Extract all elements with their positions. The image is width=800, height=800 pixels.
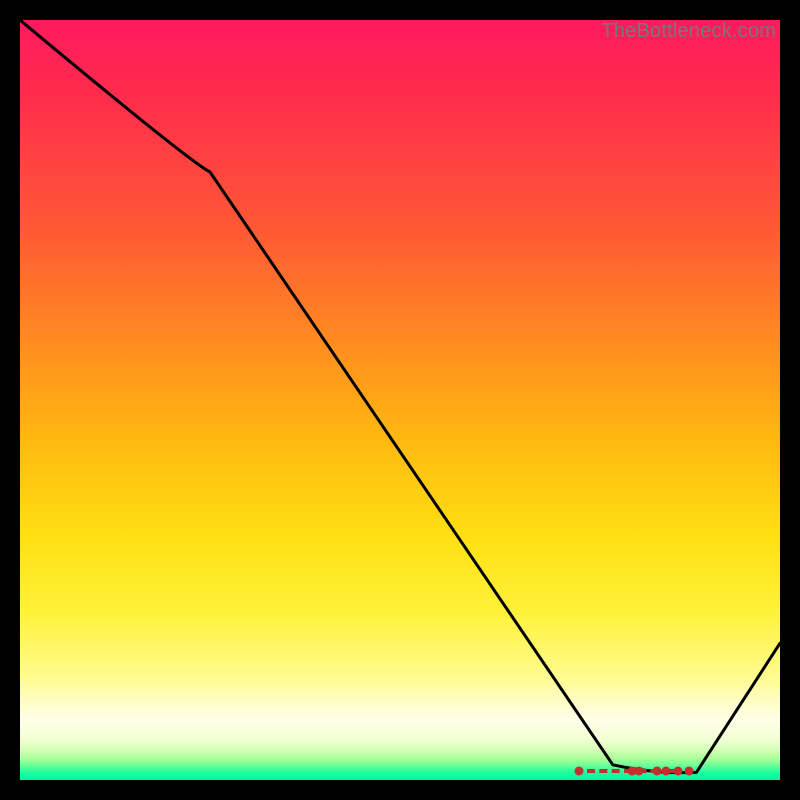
optimal-point [652,767,661,776]
optimal-point [574,767,583,776]
optimal-range-dash [587,769,632,773]
plot-area: TheBottleneck.com [20,20,780,780]
optimal-point [674,767,683,776]
optimal-point [684,767,693,776]
optimal-point [635,767,644,776]
bottleneck-curve [20,20,780,780]
chart-frame: TheBottleneck.com [0,0,800,800]
optimal-point [662,767,671,776]
